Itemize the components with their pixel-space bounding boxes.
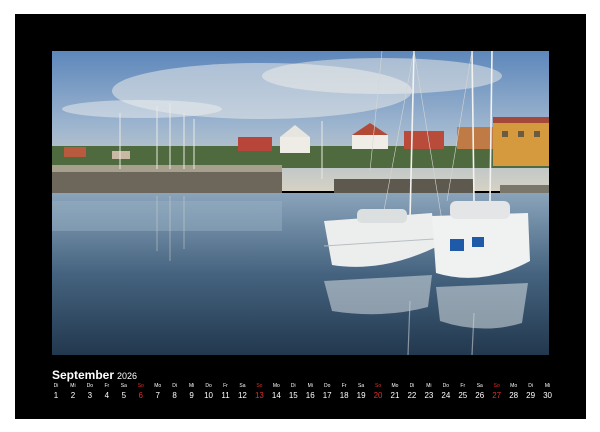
day-cell: Di 22 bbox=[403, 383, 421, 402]
day-number: 25 bbox=[458, 391, 468, 400]
day-number: 7 bbox=[155, 391, 160, 400]
day-number: 30 bbox=[543, 391, 552, 400]
day-strip: Di 1 Mi 2 Do 3 Fr 4 Sa 5 So 6 Mo 7 Di 8 Mi 9 Do 10 Fr 11 Sa 12 S… bbox=[47, 383, 553, 411]
day-cell: Sa 12 bbox=[233, 383, 251, 402]
day-cell: Fr 25 bbox=[454, 383, 472, 402]
day-cell: So 6 bbox=[132, 383, 150, 402]
day-cell: So 20 bbox=[369, 383, 387, 402]
day-number: 5 bbox=[121, 391, 127, 400]
weekday-label: Di bbox=[290, 383, 296, 389]
weekday-label: Fr bbox=[223, 383, 228, 389]
weekday-label: Do bbox=[205, 383, 212, 389]
weekday-label: Mo bbox=[510, 383, 518, 389]
weekday-label: Sa bbox=[239, 383, 246, 389]
day-number: 13 bbox=[254, 391, 264, 400]
day-cell: Di 15 bbox=[284, 383, 302, 402]
weekday-label: So bbox=[374, 383, 382, 389]
day-number: 4 bbox=[104, 391, 110, 400]
weekday-label: Do bbox=[86, 383, 94, 389]
weekday-label: Sa bbox=[120, 383, 127, 389]
day-number: 23 bbox=[424, 391, 434, 400]
day-cell: Di 8 bbox=[166, 383, 184, 402]
day-number: 27 bbox=[492, 391, 502, 400]
month-title: September 2026 bbox=[52, 366, 137, 384]
day-cell: Mo 7 bbox=[149, 383, 167, 402]
weekday-label: Fr bbox=[341, 383, 347, 389]
day-number: 2 bbox=[70, 391, 76, 400]
day-cell: Sa 26 bbox=[471, 383, 489, 402]
day-number: 26 bbox=[475, 391, 485, 400]
weekday-label: Mi bbox=[426, 383, 432, 389]
month-year: 2026 bbox=[117, 371, 138, 381]
weekday-label: So bbox=[256, 383, 263, 389]
day-cell: Mo 28 bbox=[505, 383, 523, 402]
day-number: 17 bbox=[322, 391, 332, 400]
day-cell: Mi 2 bbox=[64, 383, 82, 402]
day-number: 8 bbox=[172, 391, 177, 400]
day-number: 16 bbox=[305, 391, 315, 400]
day-number: 9 bbox=[189, 391, 194, 400]
day-number: 15 bbox=[288, 391, 298, 400]
day-cell: Sa 5 bbox=[115, 383, 133, 402]
day-number: 18 bbox=[339, 391, 349, 400]
weekday-label: Mo bbox=[154, 383, 162, 389]
day-number: 24 bbox=[441, 391, 451, 400]
day-number: 19 bbox=[356, 391, 366, 400]
day-cell: Di 1 bbox=[47, 383, 65, 402]
day-cell: Di 29 bbox=[522, 383, 540, 402]
weekday-label: So bbox=[493, 383, 500, 389]
day-number: 29 bbox=[526, 391, 536, 400]
weekday-label: Di bbox=[409, 383, 415, 389]
weekday-label: Mo bbox=[272, 383, 280, 389]
weekday-label: Di bbox=[528, 383, 533, 389]
day-cell: Do 10 bbox=[200, 383, 218, 402]
day-cell: Sa 19 bbox=[352, 383, 370, 402]
weekday-label: Fr bbox=[104, 383, 110, 389]
weekday-label: Mi bbox=[307, 383, 313, 389]
harbor-photo bbox=[52, 51, 549, 355]
day-cell: Mo 21 bbox=[386, 383, 404, 402]
day-cell: Mo 14 bbox=[267, 383, 285, 402]
day-cell: Mi 9 bbox=[183, 383, 201, 402]
weekday-label: Sa bbox=[358, 383, 365, 389]
day-cell: Mi 16 bbox=[301, 383, 319, 402]
day-cell: Do 3 bbox=[81, 383, 99, 402]
day-number: 10 bbox=[204, 391, 213, 400]
day-number: 11 bbox=[221, 391, 230, 400]
month-name: September bbox=[52, 368, 115, 382]
day-number: 12 bbox=[237, 391, 247, 400]
weekday-label: Do bbox=[323, 383, 331, 389]
day-cell: Mi 30 bbox=[539, 383, 557, 402]
day-cell: So 13 bbox=[250, 383, 268, 402]
day-cell: Mi 23 bbox=[420, 383, 438, 402]
day-number: 3 bbox=[87, 391, 93, 400]
day-cell: So 27 bbox=[488, 383, 506, 402]
day-number: 21 bbox=[390, 391, 400, 400]
day-number: 1 bbox=[53, 391, 59, 400]
day-number: 28 bbox=[509, 391, 519, 400]
day-cell: Fr 4 bbox=[98, 383, 116, 402]
day-number: 14 bbox=[271, 391, 281, 400]
day-number: 22 bbox=[407, 391, 417, 400]
calendar-sheet: September 2026 Di 1 Mi 2 Do 3 Fr 4 Sa 5 So 6 Mo 7 Di 8 Mi… bbox=[15, 14, 586, 419]
weekday-label: Di bbox=[172, 383, 177, 389]
day-number: 6 bbox=[138, 391, 143, 400]
weekday-label: Mi bbox=[70, 383, 76, 389]
weekday-label: So bbox=[137, 383, 144, 389]
weekday-label: Di bbox=[53, 383, 59, 389]
day-cell: Do 24 bbox=[437, 383, 455, 402]
weekday-label: Mo bbox=[391, 383, 399, 389]
day-number: 20 bbox=[373, 391, 383, 400]
weekday-label: Sa bbox=[476, 383, 483, 389]
weekday-label: Mi bbox=[188, 383, 195, 389]
day-cell: Do 17 bbox=[318, 383, 336, 402]
day-cell: Fr 18 bbox=[335, 383, 353, 402]
weekday-label: Do bbox=[442, 383, 450, 389]
day-cell: Fr 11 bbox=[217, 383, 235, 402]
weekday-label: Fr bbox=[460, 383, 466, 389]
weekday-label: Mi bbox=[544, 383, 551, 389]
